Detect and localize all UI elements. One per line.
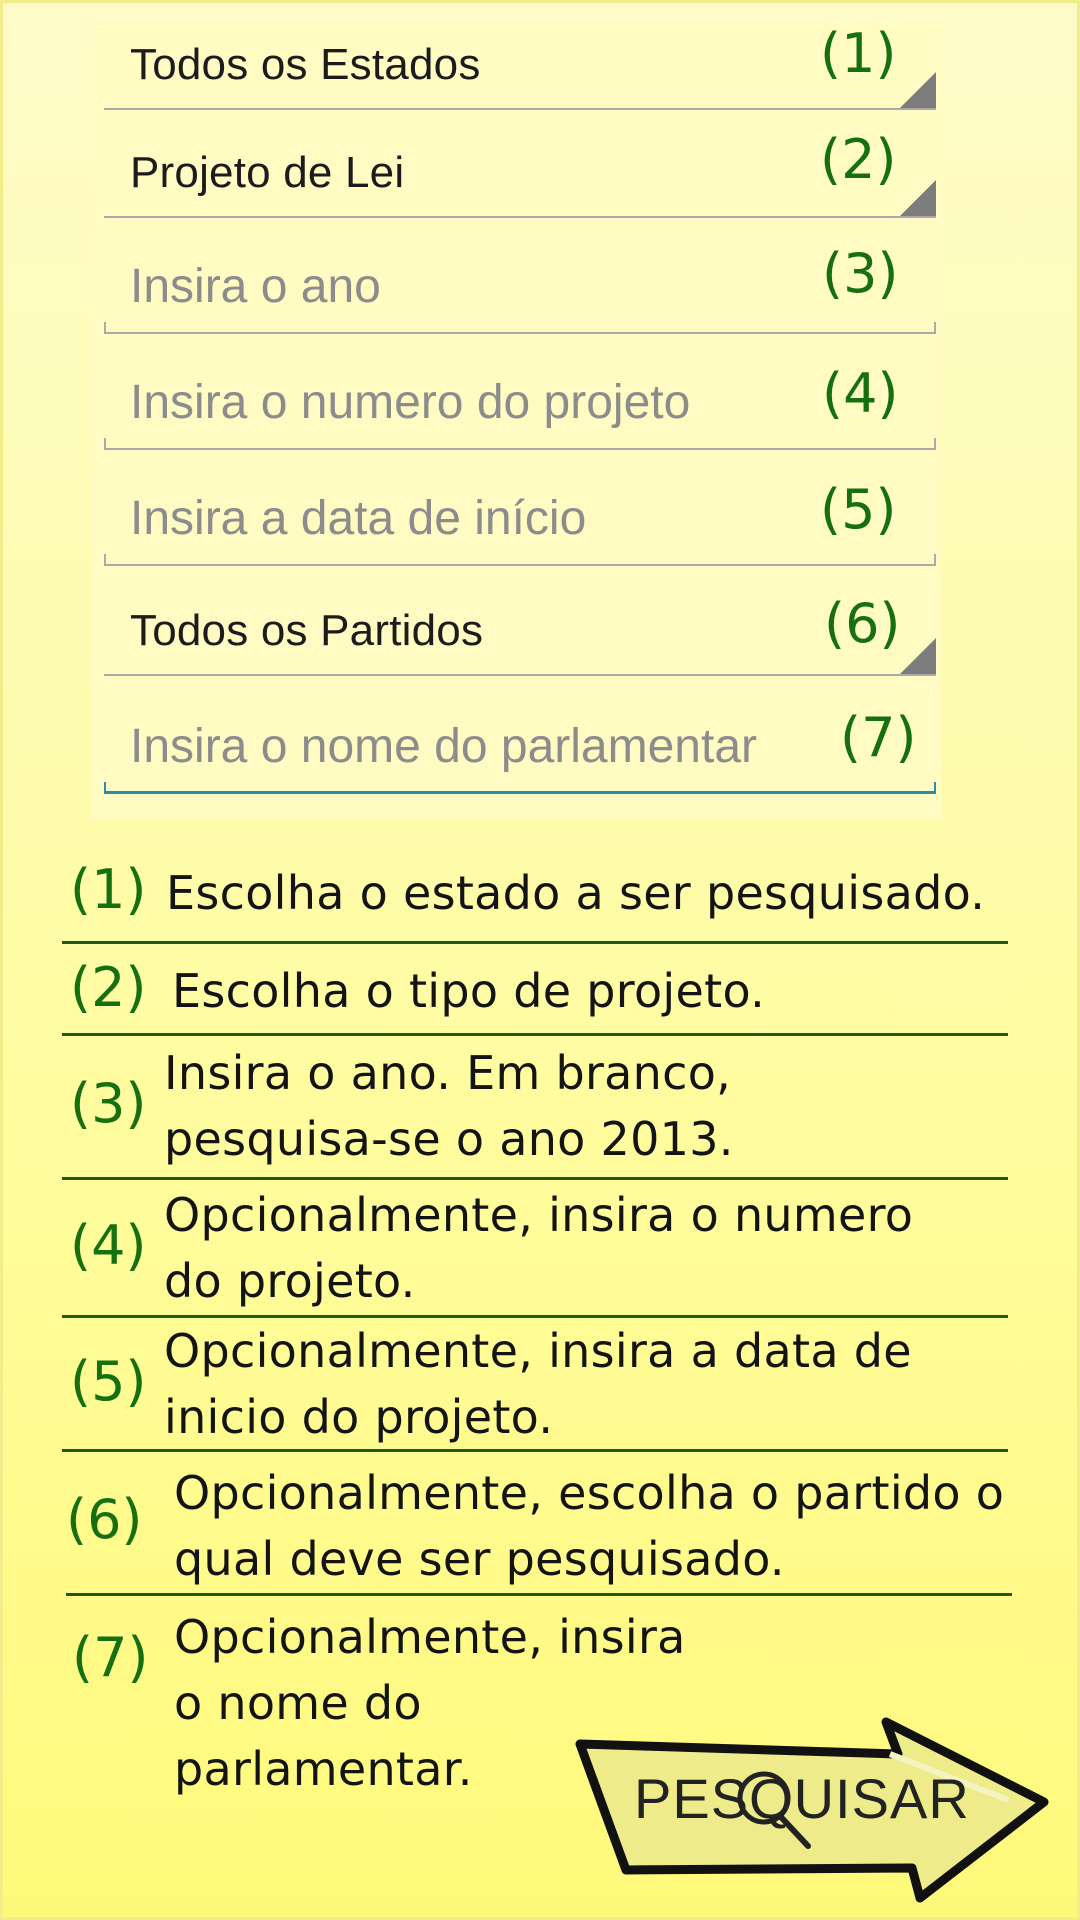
help-number-5: (5) [70, 1350, 147, 1413]
help-number-3: (3) [70, 1072, 147, 1135]
field-marker-2: (2) [820, 128, 897, 191]
project-number-input-placeholder: Insira o numero do projeto [130, 376, 691, 429]
help-row-6: (6) Opcionalmente, escolha o partido o q… [66, 1452, 1012, 1596]
search-button[interactable]: PESQUISAR [568, 1702, 1058, 1912]
dropdown-triangle-icon [900, 638, 936, 674]
dropdown-underline [104, 216, 936, 218]
start-date-input[interactable]: Insira a data de início (5) [104, 470, 936, 566]
dropdown-triangle-icon [900, 72, 936, 108]
project-number-input[interactable]: Insira o numero do projeto (4) [104, 354, 936, 450]
field-marker-5: (5) [820, 478, 897, 541]
help-number-4: (4) [70, 1214, 147, 1277]
help-text-1: Escolha o estado a ser pesquisado. [166, 866, 986, 920]
input-underline [104, 438, 936, 450]
party-dropdown[interactable]: Todos os Partidos (6) [104, 580, 936, 676]
year-input-placeholder: Insira o ano [130, 260, 381, 313]
help-text-3: Insira o ano. Em branco, pesquisa-se o a… [164, 1046, 734, 1166]
help-number-2: (2) [70, 956, 147, 1019]
dropdown-underline [104, 674, 936, 676]
input-underline [104, 322, 936, 334]
help-row-1: (1) Escolha o estado a ser pesquisado. [62, 846, 1008, 944]
parliamentarian-name-input-placeholder: Insira o nome do parlamentar [130, 720, 757, 773]
help-row-5: (5) Opcionalmente, insira a data de inic… [62, 1318, 1008, 1452]
field-marker-6: (6) [824, 592, 901, 655]
project-type-dropdown[interactable]: Projeto de Lei (2) [104, 122, 936, 218]
search-button-label: PESQUISAR [634, 1767, 970, 1830]
field-marker-7: (7) [840, 706, 917, 769]
help-row-2: (2) Escolha o tipo de projeto. [62, 944, 1008, 1036]
help-text-4: Opcionalmente, insira o numero do projet… [164, 1188, 914, 1308]
help-text-2: Escolha o tipo de projeto. [172, 964, 765, 1018]
help-row-4: (4) Opcionalmente, insira o numero do pr… [62, 1180, 1008, 1318]
field-marker-1: (1) [820, 22, 897, 85]
input-underline [104, 782, 936, 794]
parliamentarian-name-input[interactable]: Insira o nome do parlamentar (7) [104, 698, 936, 794]
field-marker-3: (3) [822, 242, 899, 305]
dropdown-triangle-icon [900, 180, 936, 216]
year-input[interactable]: Insira o ano (3) [104, 238, 936, 334]
dropdown-underline [104, 108, 936, 110]
help-number-6: (6) [66, 1488, 143, 1551]
state-dropdown[interactable]: Todos os Estados (1) [104, 14, 936, 110]
help-text-5: Opcionalmente, insira a data de inicio d… [164, 1324, 912, 1444]
field-marker-4: (4) [822, 362, 899, 425]
input-underline [104, 554, 936, 566]
help-text-6: Opcionalmente, escolha o partido o qual … [174, 1466, 1005, 1586]
help-number-7: (7) [72, 1626, 149, 1689]
help-number-1: (1) [70, 858, 147, 921]
start-date-input-placeholder: Insira a data de início [130, 492, 587, 545]
party-dropdown-value: Todos os Partidos [130, 606, 484, 655]
state-dropdown-value: Todos os Estados [130, 40, 481, 89]
help-row-3: (3) Insira o ano. Em branco, pesquisa-se… [62, 1036, 1008, 1180]
project-type-dropdown-value: Projeto de Lei [130, 148, 405, 197]
